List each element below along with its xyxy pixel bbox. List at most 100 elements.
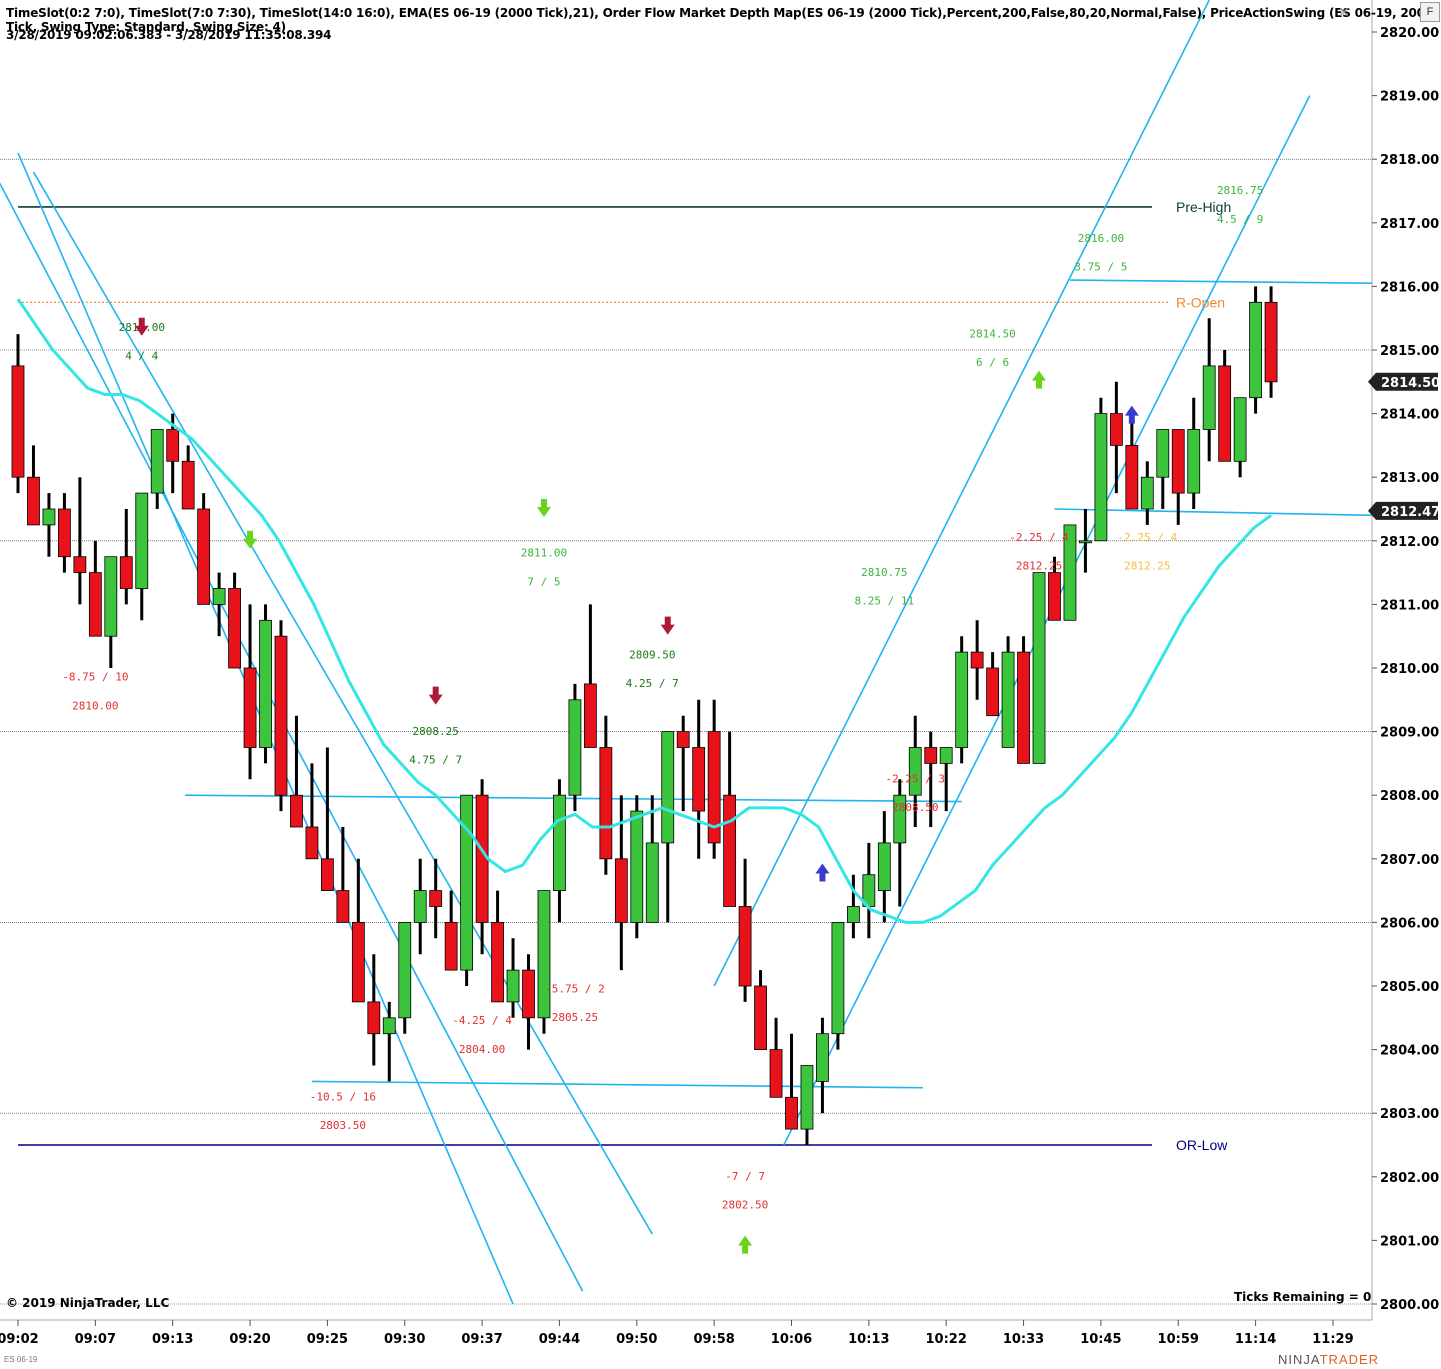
swing-label: 2812.25 (1016, 559, 1062, 572)
swing-label: -7 / 7 (725, 1170, 765, 1183)
candle-body (816, 1033, 829, 1082)
candle-body (1187, 429, 1201, 494)
candle (305, 763, 319, 860)
candle-body (413, 890, 427, 923)
candle-body (568, 699, 582, 796)
price-tick-label: 2819.00 (1380, 90, 1439, 105)
candle (553, 779, 566, 923)
candle (692, 699, 706, 859)
ema-line (16, 298, 1272, 924)
candle-body (290, 794, 303, 828)
candle-body (877, 842, 891, 892)
chart-date-range: 3/28/2019 09:02:06.383 - 3/28/2019 11:35… (6, 28, 332, 42)
candle (336, 827, 350, 923)
candle-body (274, 635, 288, 796)
candle-body (150, 429, 164, 494)
candle (1079, 509, 1092, 573)
candle (150, 429, 164, 509)
indicator-header-line1: TimeSlot(0:2 7:0), TimeSlot(7:0 7:30), T… (6, 6, 1433, 20)
candle (135, 492, 149, 621)
time-tick-label: 09:02 (0, 1332, 39, 1347)
swing-label: 2810.75 (861, 566, 907, 579)
price-tick-label: 2809.00 (1380, 726, 1439, 741)
time-tick-label: 09:30 (384, 1332, 425, 1347)
price-tick-label: 2812.00 (1380, 535, 1439, 550)
candle (413, 858, 427, 955)
candle-body (908, 747, 922, 796)
copyright-text: © 2019 NinjaTrader, LLC (6, 1296, 170, 1310)
candle-body (645, 842, 659, 923)
price-tick-label: 2817.00 (1380, 217, 1439, 232)
swing-label: -2.25 / 4 (1118, 531, 1178, 544)
candle-body (1156, 429, 1170, 478)
candle (1156, 429, 1170, 509)
candle-body (181, 460, 195, 510)
candle-body (1202, 365, 1216, 430)
candle (986, 652, 1000, 717)
swing-label: 2816.75 (1217, 184, 1263, 197)
close-icon[interactable]: ✕ (1338, 4, 1350, 21)
candle-body (197, 508, 211, 605)
arrow-up-icon (738, 1235, 753, 1254)
candle-body (1264, 301, 1278, 383)
candle (707, 699, 721, 859)
swing-label: 7 / 5 (527, 575, 560, 588)
candle (599, 715, 613, 875)
candle-body (522, 969, 535, 1019)
trend-line (783, 95, 1311, 1146)
swing-label: 2808.50 (892, 801, 938, 814)
trend-line (311, 1080, 924, 1089)
candle-body (537, 890, 551, 1019)
trend-line (0, 182, 584, 1292)
time-tick-label: 10:22 (926, 1332, 967, 1347)
price-chart[interactable]: Pre-HighR-OpenOR-Low 2814.004 / 4-8.75 /… (0, 0, 1441, 1369)
candle-body (320, 858, 334, 891)
swing-label: 2810.00 (72, 699, 118, 712)
candle-body (367, 1001, 381, 1035)
candle (1032, 572, 1046, 764)
candle (1140, 461, 1154, 525)
swing-label: -10.5 / 16 (310, 1090, 376, 1103)
swing-label: 4.5 / 9 (1217, 213, 1263, 226)
price-marker-label: 2814.50 (1381, 376, 1440, 391)
swing-label: -2.25 / 3 (885, 772, 945, 785)
candle-body (42, 508, 56, 526)
candle (1264, 286, 1278, 398)
candle (537, 890, 551, 1034)
time-tick-label: 09:50 (616, 1332, 657, 1347)
ticks-remaining: Ticks Remaining = 0 (1234, 1290, 1372, 1304)
time-tick-label: 09:58 (693, 1332, 734, 1347)
candle-body (11, 365, 25, 478)
candle (816, 1017, 829, 1114)
candle (676, 715, 690, 812)
candle (228, 572, 241, 669)
time-tick-label: 11:29 (1312, 1332, 1353, 1347)
candle (738, 858, 752, 1002)
candle (893, 779, 907, 907)
arrow-down-icon (536, 499, 551, 517)
arrow-down-icon (243, 530, 258, 549)
level-label: OR-Low (1176, 1137, 1228, 1153)
candle (11, 334, 25, 494)
candle-body (1233, 397, 1247, 462)
candle-body (228, 588, 241, 669)
candle-body (1218, 365, 1232, 462)
swing-label: 2811.00 (521, 547, 567, 560)
candle-body (382, 1017, 396, 1035)
candle-body (212, 588, 226, 605)
candle-body (754, 985, 767, 1050)
candle (970, 620, 984, 700)
price-tick-label: 2802.00 (1380, 1171, 1439, 1186)
price-tick-label: 2818.00 (1380, 153, 1439, 168)
candle-body (1079, 540, 1092, 544)
candles (11, 286, 1278, 1145)
f-button[interactable]: F (1420, 2, 1440, 22)
time-tick-label: 10:33 (1003, 1332, 1044, 1347)
candle (27, 445, 40, 526)
candle (1187, 397, 1201, 509)
candle-body (27, 476, 40, 526)
candle (212, 572, 226, 637)
candle (800, 1065, 814, 1145)
arrow-up-icon (1124, 405, 1139, 424)
price-tick-label: 2820.00 (1380, 26, 1439, 41)
